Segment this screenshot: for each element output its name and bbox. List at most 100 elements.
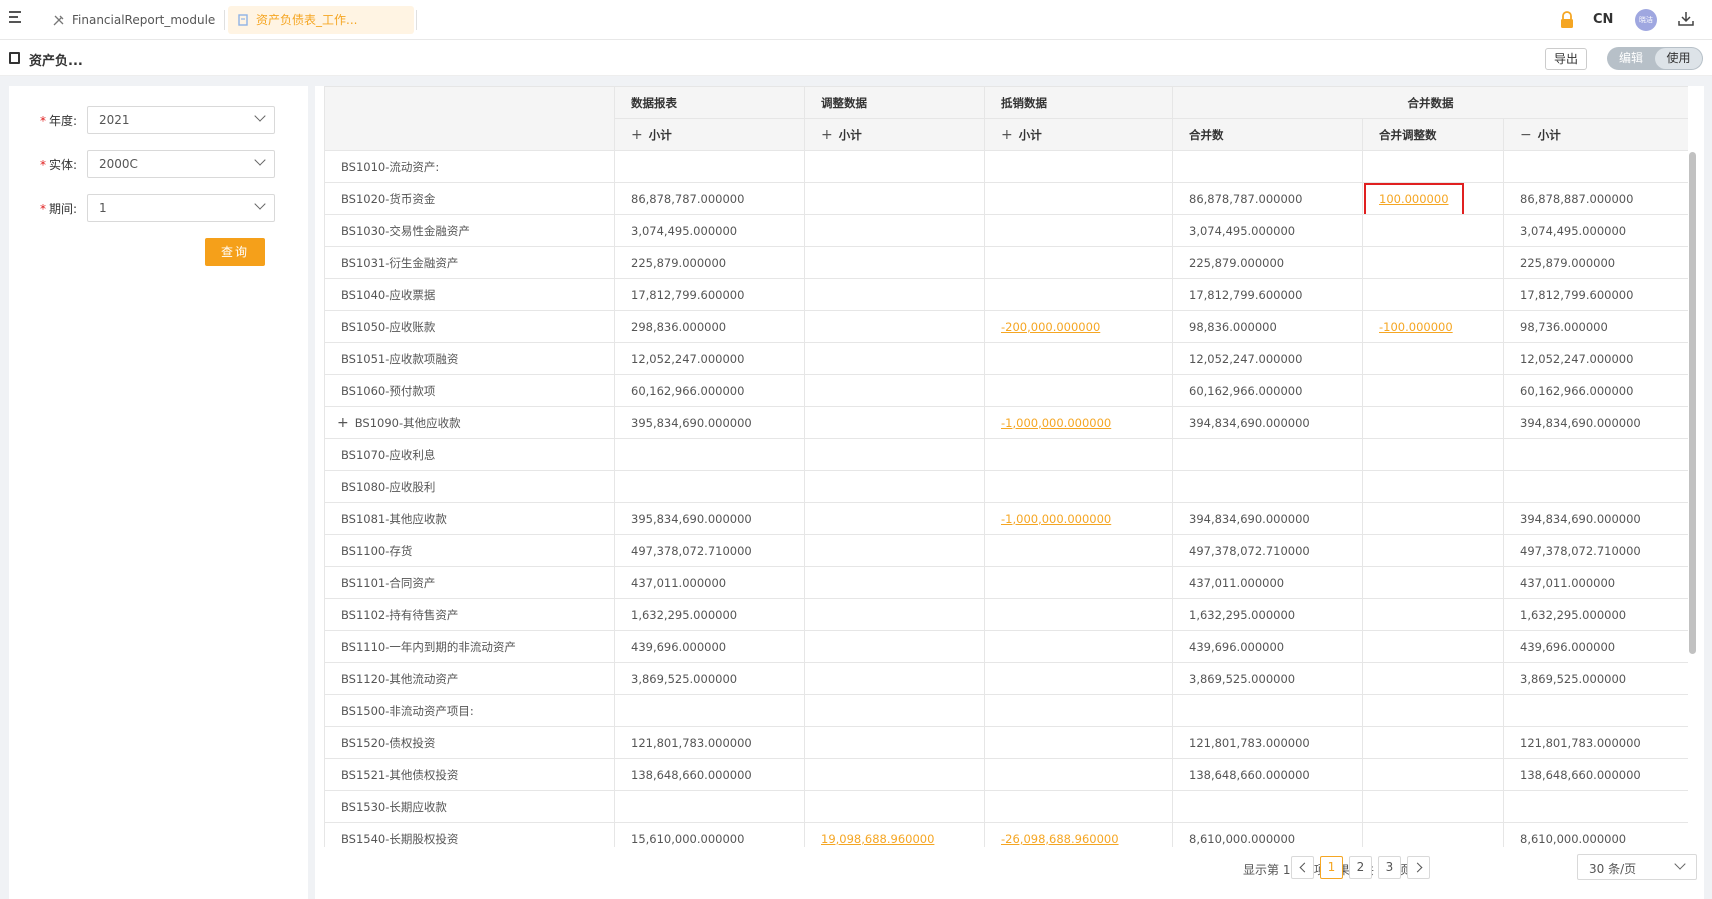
account-cell: BS1500-非流动资产项目: <box>324 694 615 727</box>
table-row: BS1060-预付款项 60,162,966.000000 60,162,966.0… <box>324 374 1688 407</box>
cell-cons-adj <box>1362 246 1504 279</box>
cell-cons <box>1172 694 1363 727</box>
pagination: 显示第 1-30 项结果，共 86 项 1 2 3 30 条/页 <box>315 854 1704 884</box>
avatar[interactable]: 晓洁 <box>1635 9 1657 31</box>
cell-cons-adj[interactable]: 100.000000 <box>1362 182 1504 215</box>
cell-cons-adj <box>1362 438 1504 471</box>
query-button[interactable]: 查询 <box>205 238 265 266</box>
tab-label: FinancialReport_module <box>72 13 216 27</box>
drilldown-link[interactable]: 19,098,688.960000 <box>821 832 934 846</box>
export-button[interactable]: 导出 <box>1545 48 1587 70</box>
account-header <box>324 86 615 151</box>
cell-offset <box>984 630 1173 663</box>
next-page-button[interactable] <box>1407 856 1430 879</box>
language-switch[interactable]: CN <box>1593 12 1613 27</box>
cell-cons <box>1172 470 1363 503</box>
mode-use-button[interactable]: 使用 <box>1655 48 1702 69</box>
cell-offset <box>984 662 1173 695</box>
drilldown-link[interactable]: -26,098,688.960000 <box>1001 832 1119 846</box>
account-cell: BS1100-存货 <box>324 534 615 567</box>
cell-report: 121,801,783.000000 <box>614 726 805 759</box>
cell-offset[interactable]: -1,000,000.000000 <box>984 406 1173 439</box>
cell-offset[interactable]: -1,000,000.000000 <box>984 502 1173 535</box>
page-button-1[interactable]: 1 <box>1320 856 1343 879</box>
cell-cons <box>1172 438 1363 471</box>
account-cell: BS1070-应收利息 <box>324 438 615 471</box>
page-button-3[interactable]: 3 <box>1378 856 1401 879</box>
cell-subtotal <box>1502 694 1688 727</box>
account-cell: BS1120-其他流动资产 <box>324 662 615 695</box>
cell-report: 12,052,247.000000 <box>614 342 805 375</box>
cell-cons-adj <box>1362 502 1504 535</box>
chevron-right-icon <box>1412 862 1422 873</box>
cell-cons-adj[interactable]: -100.000000 <box>1362 310 1504 343</box>
expand-plus-icon[interactable]: + <box>631 127 643 143</box>
mode-toggle: 编辑 使用 <box>1607 47 1703 70</box>
cell-cons: 439,696.000000 <box>1172 630 1363 663</box>
table-row: BS1530-长期应收款 <box>324 790 1688 823</box>
menu-icon[interactable] <box>9 11 25 27</box>
cell-cons-adj <box>1362 566 1504 599</box>
table-row: BS1051-应收款项融资 12,052,247.000000 12,052,247… <box>324 342 1688 375</box>
cell-report: 15,610,000.000000 <box>614 822 805 847</box>
download-icon[interactable] <box>1678 11 1694 27</box>
year-select[interactable]: 2021 <box>87 106 275 134</box>
drilldown-link[interactable]: -1,000,000.000000 <box>1001 416 1111 430</box>
cell-adjust <box>804 374 985 407</box>
cell-adjust <box>804 246 985 279</box>
collapse-minus-icon[interactable]: − <box>1520 127 1532 143</box>
cell-offset <box>984 438 1173 471</box>
mode-edit-button[interactable]: 编辑 <box>1607 47 1655 70</box>
cell-subtotal: 225,879.000000 <box>1502 246 1688 279</box>
consolidated-subtotal-header[interactable]: − 小计 <box>1502 118 1688 151</box>
data-grid: 数据报表 调整数据 抵销数据 合并数据 + 小计 + 小计 + 小计 合并数 合并调整… <box>324 86 1688 847</box>
prev-page-button[interactable] <box>1291 856 1314 879</box>
tab-balance-sheet[interactable]: 资产负债表_工作... <box>228 6 414 34</box>
cell-adjust <box>804 566 985 599</box>
drilldown-link[interactable]: -200,000.000000 <box>1001 320 1100 334</box>
cell-subtotal: 394,834,690.000000 <box>1502 502 1688 535</box>
vertical-scrollbar[interactable] <box>1689 152 1696 654</box>
report-subtotal-header[interactable]: + 小计 <box>614 118 805 151</box>
cell-offset[interactable]: -26,098,688.960000 <box>984 822 1173 847</box>
period-select[interactable]: 1 <box>87 194 275 222</box>
cell-cons: 1,632,295.000000 <box>1172 598 1363 631</box>
table-row: BS1120-其他流动资产 3,869,525.000000 3,869,525.0… <box>324 662 1688 695</box>
page-size-select[interactable]: 30 条/页 <box>1577 854 1697 880</box>
cell-cons-adj <box>1362 694 1504 727</box>
expand-plus-icon[interactable]: + <box>1001 127 1013 143</box>
cell-offset <box>984 150 1173 183</box>
account-cell: BS1040-应收票据 <box>324 278 615 311</box>
cell-cons-adj <box>1362 534 1504 567</box>
cell-report: 17,812,799.600000 <box>614 278 805 311</box>
page-button-2[interactable]: 2 <box>1349 856 1372 879</box>
cell-report: 395,834,690.000000 <box>614 406 805 439</box>
drilldown-link[interactable]: -1,000,000.000000 <box>1001 512 1111 526</box>
cell-cons-adj <box>1362 406 1504 439</box>
chevron-left-icon <box>1299 862 1309 873</box>
drilldown-link[interactable]: -100.000000 <box>1379 320 1453 334</box>
table-row: BS1110-一年内到期的非流动资产 439,696.000000 439,696.… <box>324 630 1688 663</box>
table-panel: 数据报表 调整数据 抵销数据 合并数据 + 小计 + 小计 + 小计 合并数 合并调整… <box>315 86 1704 899</box>
entity-select[interactable]: 2000C <box>87 150 275 178</box>
filter-period-label: * 期间: <box>40 202 78 216</box>
page-title: 资产负... <box>29 54 83 69</box>
group-header-consolidated: 合并数据 <box>1171 86 1688 119</box>
account-cell[interactable]: + BS1090-其他应收款 <box>324 406 615 439</box>
cell-adjust[interactable]: 19,098,688.960000 <box>804 822 985 847</box>
lock-icon[interactable] <box>1559 11 1575 29</box>
tab-financialreport-module[interactable]: FinancialReport_module <box>44 6 224 34</box>
cell-cons: 98,836.000000 <box>1172 310 1363 343</box>
cell-cons: 17,812,799.600000 <box>1172 278 1363 311</box>
account-cell: BS1031-衍生金融资产 <box>324 246 615 279</box>
offset-subtotal-header[interactable]: + 小计 <box>984 118 1173 151</box>
cell-offset[interactable]: -200,000.000000 <box>984 310 1173 343</box>
adjust-subtotal-header[interactable]: + 小计 <box>804 118 985 151</box>
cell-subtotal: 1,632,295.000000 <box>1502 598 1688 631</box>
group-header-report: 数据报表 <box>614 86 805 119</box>
cell-adjust <box>804 790 985 823</box>
expand-plus-icon[interactable]: + <box>337 415 349 431</box>
expand-plus-icon[interactable]: + <box>821 127 833 143</box>
tab-divider <box>224 10 225 30</box>
cell-cons-adj <box>1362 758 1504 791</box>
